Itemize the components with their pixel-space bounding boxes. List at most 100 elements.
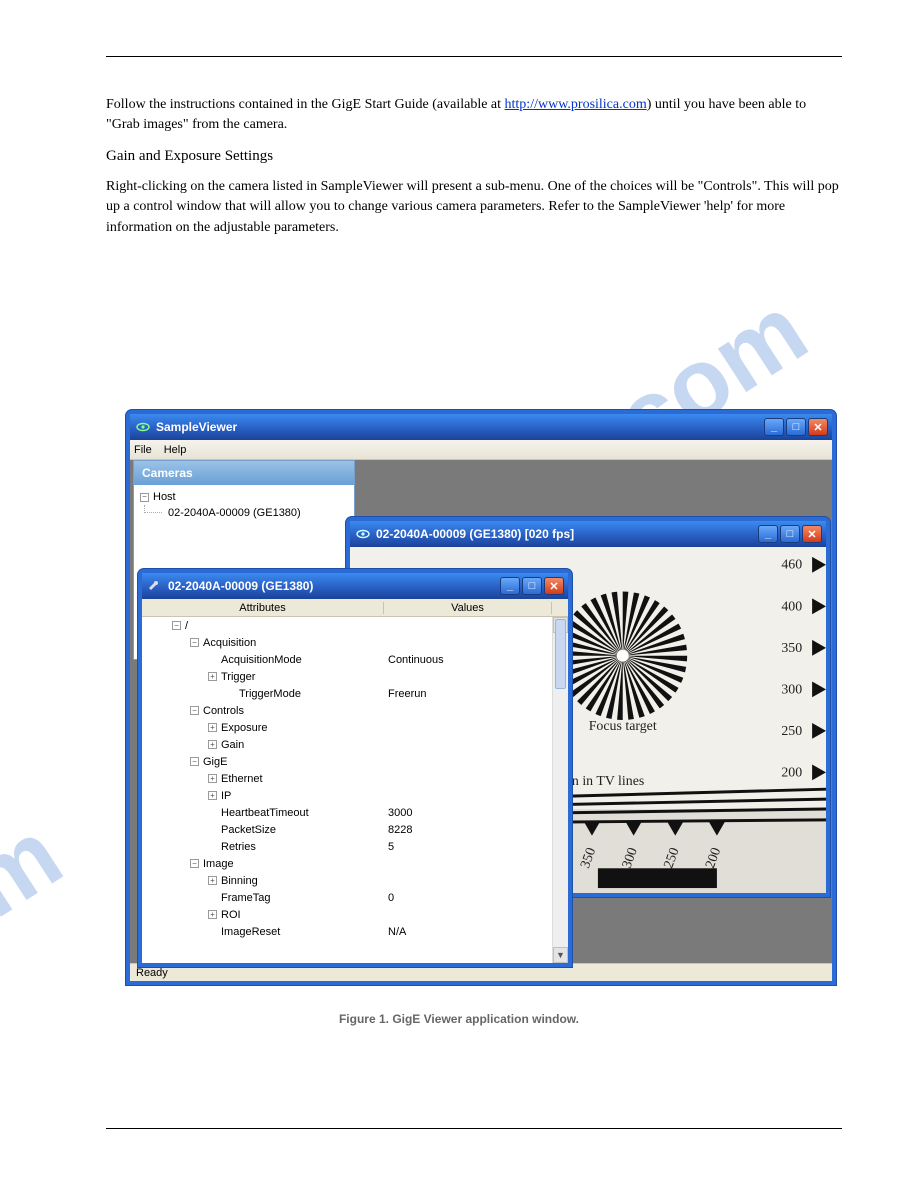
attribute-row[interactable]: −Acquisition xyxy=(142,634,552,651)
attribute-row[interactable]: + Ethernet xyxy=(142,770,552,787)
attribute-label: GigE xyxy=(203,756,227,768)
cameras-panel-title: Cameras xyxy=(134,461,354,485)
expand-icon[interactable]: + xyxy=(208,740,217,749)
wrench-icon xyxy=(148,579,162,593)
attribute-label: Acquisition xyxy=(203,637,256,649)
status-text: Ready xyxy=(136,967,168,979)
collapse-icon[interactable]: − xyxy=(190,706,199,715)
body-paragraph: Right-clicking on the camera listed in S… xyxy=(106,177,842,238)
ruler-value: 350 xyxy=(781,640,802,655)
figure-screenshot: SampleViewer _ □ ✕ File Help Cameras − H… xyxy=(126,410,836,985)
attribute-label: Exposure xyxy=(221,722,267,734)
controls-window: 02-2040A-00009 (GE1380) _ □ ✕ Attributes… xyxy=(138,569,572,967)
expand-icon[interactable]: + xyxy=(208,774,217,783)
attribute-value: Freerun xyxy=(384,688,552,700)
video-titlebar[interactable]: 02-2040A-00009 (GE1380) [020 fps] _ □ ✕ xyxy=(350,521,826,547)
col-values: Values xyxy=(384,602,552,614)
attribute-row[interactable]: + Binning xyxy=(142,872,552,889)
menu-file[interactable]: File xyxy=(134,444,152,456)
attribute-label: ROI xyxy=(221,909,241,921)
attribute-label: IP xyxy=(221,790,231,802)
camera-tree: − Host 02-2040A-00009 (GE1380) xyxy=(134,485,354,521)
collapse-icon[interactable]: − xyxy=(190,859,199,868)
attribute-value: N/A xyxy=(384,926,552,938)
expand-icon[interactable]: + xyxy=(208,723,217,732)
scroll-down-icon[interactable]: ▼ xyxy=(553,947,568,963)
subsection-heading: Gain and Exposure Settings xyxy=(106,148,842,165)
scroll-thumb[interactable] xyxy=(555,619,566,689)
attribute-label: Gain xyxy=(221,739,244,751)
tree-connector xyxy=(144,505,162,513)
attribute-label: Ethernet xyxy=(221,773,263,785)
collapse-icon[interactable]: − xyxy=(140,493,149,502)
eye-icon xyxy=(136,420,150,434)
attribute-label: FrameTag xyxy=(221,892,271,904)
expand-icon[interactable]: + xyxy=(208,791,217,800)
attribute-label: Binning xyxy=(221,875,258,887)
focus-target-label: Focus target xyxy=(589,718,657,733)
collapse-icon[interactable]: − xyxy=(172,621,181,630)
close-button[interactable]: ✕ xyxy=(808,418,828,436)
attribute-label: Image xyxy=(203,858,234,870)
ruler-value: 400 xyxy=(781,598,802,613)
attribute-row[interactable]: + ROI xyxy=(142,906,552,923)
video-title: 02-2040A-00009 (GE1380) [020 fps] xyxy=(376,527,574,541)
ruler-value: 300 xyxy=(781,681,802,696)
menu-bar: File Help xyxy=(130,440,832,460)
maximize-button[interactable]: □ xyxy=(786,418,806,436)
collapse-icon[interactable]: − xyxy=(190,638,199,647)
controls-titlebar[interactable]: 02-2040A-00009 (GE1380) _ □ ✕ xyxy=(142,573,568,599)
figure-caption: Figure 1. GigE Viewer application window… xyxy=(0,1012,918,1026)
tree-root-row[interactable]: − Host xyxy=(140,489,354,505)
expand-icon[interactable]: + xyxy=(208,910,217,919)
minimize-button[interactable]: _ xyxy=(758,525,778,543)
attribute-value: Continuous xyxy=(384,654,552,666)
minimize-button[interactable]: _ xyxy=(764,418,784,436)
attribute-row[interactable]: + IP xyxy=(142,787,552,804)
attribute-label: HeartbeatTimeout xyxy=(221,807,309,819)
attribute-row[interactable]: −/ xyxy=(142,617,552,634)
col-attributes: Attributes xyxy=(142,602,384,614)
watermark: m xyxy=(0,797,81,939)
intro-link[interactable]: http://www.prosilica.com xyxy=(505,97,647,112)
tree-root-label: Host xyxy=(153,491,176,503)
intro-paragraph: Follow the instructions contained in the… xyxy=(106,95,842,134)
attribute-value: 3000 xyxy=(384,807,552,819)
attribute-row[interactable]: AcquisitionMode Continuous xyxy=(142,651,552,668)
attribute-row[interactable]: FrameTag 0 xyxy=(142,889,552,906)
attribute-row[interactable]: TriggerModeFreerun xyxy=(142,685,552,702)
sampleviewer-title: SampleViewer xyxy=(156,420,237,434)
maximize-button[interactable]: □ xyxy=(522,577,542,595)
minimize-button[interactable]: _ xyxy=(500,577,520,595)
attribute-row[interactable]: −GigE xyxy=(142,753,552,770)
collapse-icon[interactable]: − xyxy=(190,757,199,766)
attribute-label: Controls xyxy=(203,705,244,717)
attribute-row[interactable]: + Trigger xyxy=(142,668,552,685)
attribute-row[interactable]: −Image xyxy=(142,855,552,872)
attribute-label: PacketSize xyxy=(221,824,276,836)
scrollbar[interactable]: ▲ ▼ xyxy=(552,617,568,963)
expand-icon[interactable]: + xyxy=(208,672,217,681)
close-button[interactable]: ✕ xyxy=(544,577,564,595)
attribute-row[interactable]: + Gain xyxy=(142,736,552,753)
attribute-row[interactable]: + Exposure xyxy=(142,719,552,736)
attribute-row[interactable]: HeartbeatTimeout 3000 xyxy=(142,804,552,821)
intro-prefix: Follow the instructions contained in the… xyxy=(106,97,505,112)
attribute-label: Retries xyxy=(221,841,256,853)
attribute-row[interactable]: PacketSize8228 xyxy=(142,821,552,838)
close-button[interactable]: ✕ xyxy=(802,525,822,543)
controls-title: 02-2040A-00009 (GE1380) xyxy=(168,579,313,593)
attribute-label: Trigger xyxy=(221,671,255,683)
ruler-value: 250 xyxy=(781,723,802,738)
maximize-button[interactable]: □ xyxy=(780,525,800,543)
sampleviewer-titlebar[interactable]: SampleViewer _ □ ✕ xyxy=(130,414,832,440)
menu-help[interactable]: Help xyxy=(164,444,187,456)
attribute-row[interactable]: −Controls xyxy=(142,702,552,719)
expand-icon[interactable]: + xyxy=(208,876,217,885)
tree-camera-item[interactable]: 02-2040A-00009 (GE1380) xyxy=(168,507,301,519)
attribute-row[interactable]: Retries5 xyxy=(142,838,552,855)
attribute-row[interactable]: ImageReset N/A xyxy=(142,923,552,940)
attribute-value: 0 xyxy=(384,892,552,904)
attribute-label: ImageReset xyxy=(221,926,280,938)
attribute-label: AcquisitionMode xyxy=(221,654,302,666)
